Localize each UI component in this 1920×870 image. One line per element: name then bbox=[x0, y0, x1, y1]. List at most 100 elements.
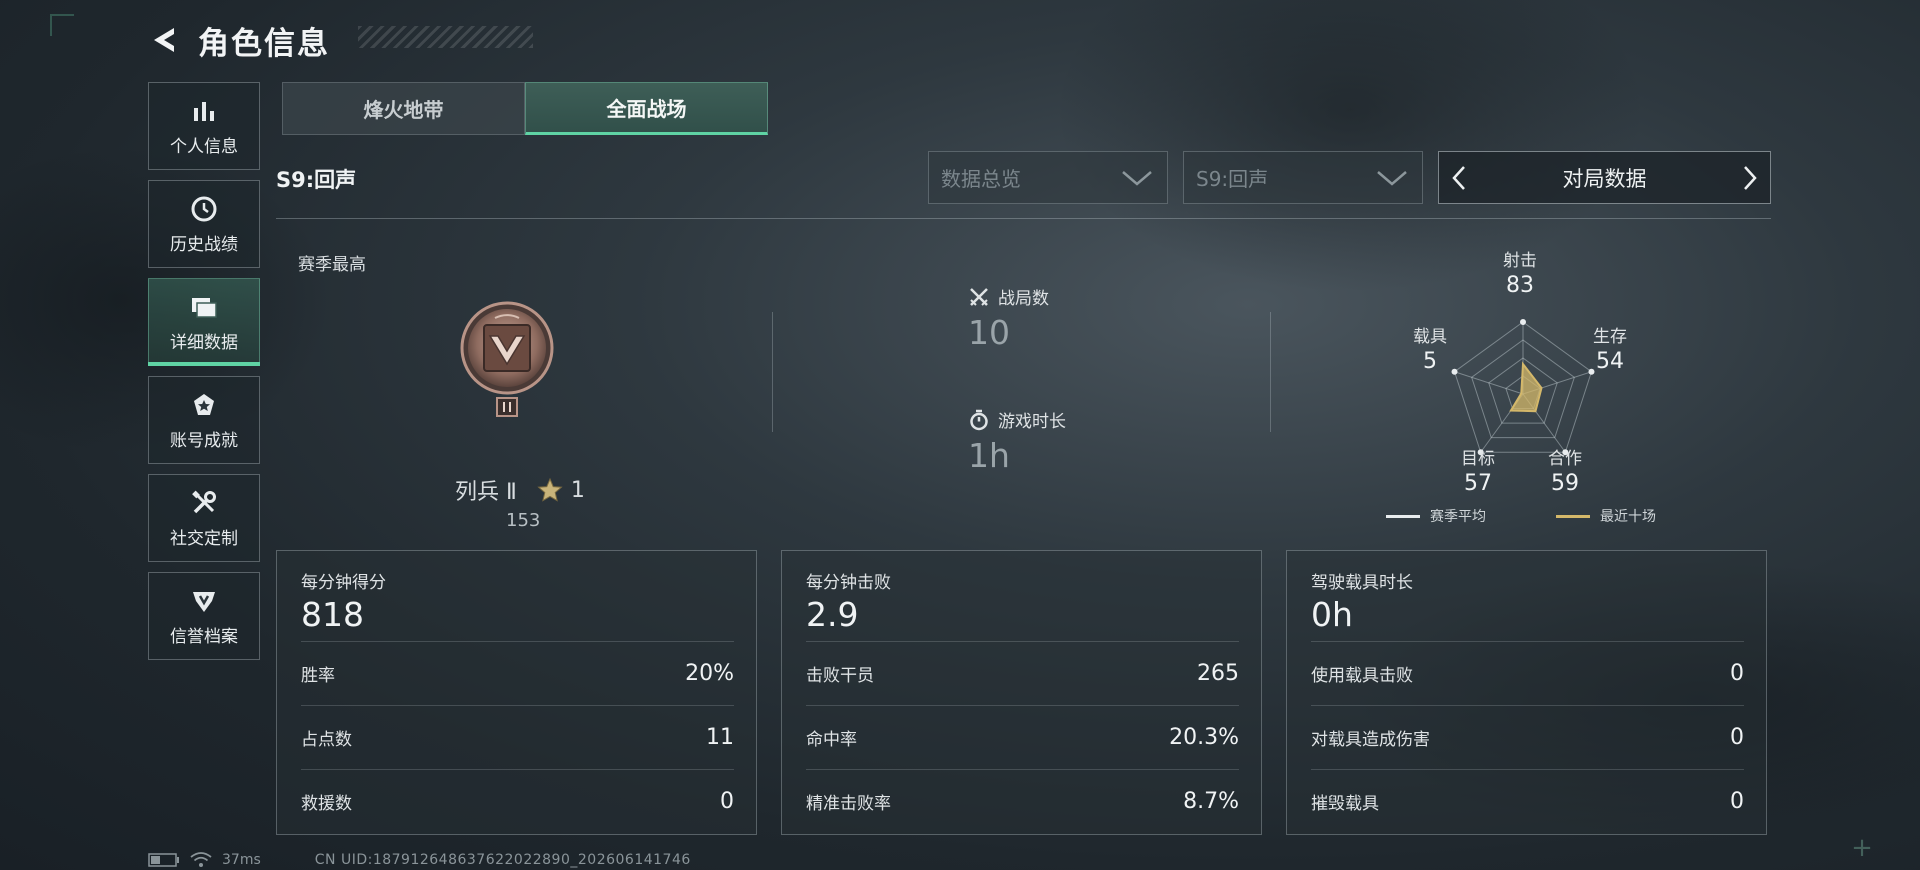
sidebar: 个人信息 历史战绩 详细数据 账号成就 社交定制 信誉档案 bbox=[148, 82, 260, 670]
sidebar-item-social-custom[interactable]: 社交定制 bbox=[148, 474, 260, 562]
shield-emblem-icon bbox=[189, 586, 219, 616]
user-uid: CN UID:18791264863762202289​0_2026061417… bbox=[314, 852, 691, 868]
column-divider bbox=[772, 312, 773, 432]
matches-label: 战局数 bbox=[998, 289, 1049, 309]
radar-axis-value: 59 bbox=[1551, 471, 1579, 496]
sidebar-item-label: 历史战绩 bbox=[170, 234, 238, 255]
section-divider bbox=[276, 218, 1771, 219]
radar-label-objective: 目标 57 bbox=[1453, 444, 1503, 496]
chevron-right-icon bbox=[1744, 165, 1757, 190]
radar-axis-name: 生存 bbox=[1593, 327, 1627, 347]
radar-axis-name: 目标 bbox=[1461, 449, 1495, 469]
stat-label: 对载具造成伤害 bbox=[1311, 730, 1430, 750]
matches-stat: 战局数 10 bbox=[968, 284, 1049, 352]
stat-row: 摧毁载具 0 bbox=[1311, 769, 1744, 833]
stat-row: 占点数 11 bbox=[301, 705, 734, 769]
radar-data-polygon bbox=[1509, 361, 1543, 413]
sidebar-item-achievements[interactable]: 账号成就 bbox=[148, 376, 260, 464]
page-title: 角色信息 bbox=[198, 25, 330, 62]
radar-label-teamwork: 合作 59 bbox=[1540, 444, 1590, 496]
page-header: 角色信息 bbox=[148, 20, 533, 62]
stat-label: 命中率 bbox=[806, 730, 857, 750]
mode-tabs: 烽火地带 全面战场 bbox=[282, 82, 768, 135]
sidebar-item-label: 信誉档案 bbox=[170, 626, 238, 647]
battery-icon bbox=[148, 853, 179, 867]
chevron-down-icon bbox=[1122, 170, 1152, 186]
sidebar-item-label: 社交定制 bbox=[170, 528, 238, 549]
tools-wrench-icon bbox=[189, 488, 219, 518]
category-label: 对局数据 bbox=[1562, 166, 1647, 191]
prev-category-button[interactable] bbox=[1439, 153, 1479, 203]
sidebar-item-detailed-data[interactable]: 详细数据 bbox=[148, 278, 260, 366]
sidebar-item-reputation[interactable]: 信誉档案 bbox=[148, 572, 260, 660]
star-icon bbox=[537, 477, 563, 502]
stat-row: 对载具造成伤害 0 bbox=[1311, 705, 1744, 769]
matches-value: 10 bbox=[968, 313, 1010, 352]
corner-frame-mark bbox=[50, 14, 74, 36]
tab-hazard-zone[interactable]: 烽火地带 bbox=[282, 82, 525, 135]
wifi-icon bbox=[190, 852, 212, 867]
radar-axis-value: 83 bbox=[1506, 273, 1534, 298]
bar-chart-icon bbox=[189, 96, 219, 126]
stat-value: 0 bbox=[1730, 661, 1744, 686]
card-main-value: 2.9 bbox=[806, 595, 859, 634]
status-bar: 37ms CN UID:18791264863762202289​0_20260… bbox=[148, 850, 691, 870]
radar-axis-name: 载具 bbox=[1413, 327, 1447, 347]
season-best-label: 赛季最高 bbox=[298, 255, 366, 275]
stat-label: 使用载具击败 bbox=[1311, 666, 1413, 686]
radar-axis-name: 合作 bbox=[1548, 449, 1582, 469]
rank-stars: 1 bbox=[537, 477, 585, 503]
data-type-dropdown[interactable]: 数据总览 bbox=[928, 151, 1168, 204]
stat-row: 救援数 0 bbox=[301, 769, 734, 833]
rank-badge-icon bbox=[460, 301, 554, 417]
card-title: 驾驶载具时长 bbox=[1311, 573, 1413, 593]
stat-row: 使用载具击败 0 bbox=[1311, 641, 1744, 705]
crossed-swords-icon bbox=[970, 287, 988, 306]
chevron-down-icon bbox=[1377, 170, 1407, 186]
card-main-value: 818 bbox=[301, 595, 364, 634]
ping-value: 37ms bbox=[222, 852, 261, 868]
crosshair-icon: + bbox=[1851, 833, 1873, 863]
dropdown-value: S9:回声 bbox=[1196, 167, 1269, 191]
back-arrow-icon[interactable] bbox=[148, 24, 180, 56]
season-dropdown[interactable]: S9:回声 bbox=[1183, 151, 1423, 204]
stat-value: 20% bbox=[685, 661, 734, 686]
score-card: 每分钟得分 818 胜率 20% 占点数 11 救援数 0 bbox=[276, 550, 757, 835]
star-count: 1 bbox=[570, 477, 585, 503]
playtime-value: 1h bbox=[968, 436, 1010, 475]
legend-label: 最近十场 bbox=[1600, 509, 1656, 525]
stat-value: 0 bbox=[720, 789, 734, 814]
season-label: S9:回声 bbox=[276, 168, 357, 192]
radar-label-survival: 生存 54 bbox=[1585, 322, 1635, 374]
tab-full-battlefield[interactable]: 全面战场 bbox=[525, 82, 768, 135]
stat-label: 救援数 bbox=[301, 794, 352, 814]
stat-row: 胜率 20% bbox=[301, 641, 734, 705]
sidebar-item-history[interactable]: 历史战绩 bbox=[148, 180, 260, 268]
sidebar-item-label: 账号成就 bbox=[170, 430, 238, 451]
stat-label: 击败干员 bbox=[806, 666, 874, 686]
stat-row: 精准击败率 8.7% bbox=[806, 769, 1239, 833]
legend-recent-ten: 最近十场 bbox=[1556, 506, 1656, 526]
sidebar-item-label: 个人信息 bbox=[170, 136, 238, 157]
legend-swatch bbox=[1386, 514, 1420, 518]
chevron-left-icon bbox=[1452, 165, 1465, 190]
playtime-label: 游戏时长 bbox=[998, 412, 1066, 432]
title-decoration bbox=[358, 25, 533, 48]
stat-value: 11 bbox=[706, 725, 734, 750]
radar-label-shooting: 射击 83 bbox=[1495, 246, 1545, 298]
sidebar-item-personal-info[interactable]: 个人信息 bbox=[148, 82, 260, 170]
sidebar-item-label: 详细数据 bbox=[170, 332, 238, 353]
card-main-value: 0h bbox=[1311, 595, 1353, 634]
history-clock-icon bbox=[189, 194, 219, 224]
stat-value: 0 bbox=[1730, 789, 1744, 814]
stat-value: 20.3% bbox=[1169, 725, 1239, 750]
next-category-button[interactable] bbox=[1730, 153, 1770, 203]
rank-points: 153 bbox=[506, 510, 541, 531]
stat-row: 命中率 20.3% bbox=[806, 705, 1239, 769]
card-title: 每分钟得分 bbox=[301, 573, 386, 593]
radar-axis-value: 57 bbox=[1464, 471, 1492, 496]
stopwatch-icon bbox=[970, 409, 988, 430]
radar-axis-name: 射击 bbox=[1503, 251, 1537, 271]
legend-swatch bbox=[1556, 514, 1590, 518]
vehicle-card: 驾驶载具时长 0h 使用载具击败 0 对载具造成伤害 0 摧毁载具 0 bbox=[1286, 550, 1767, 835]
